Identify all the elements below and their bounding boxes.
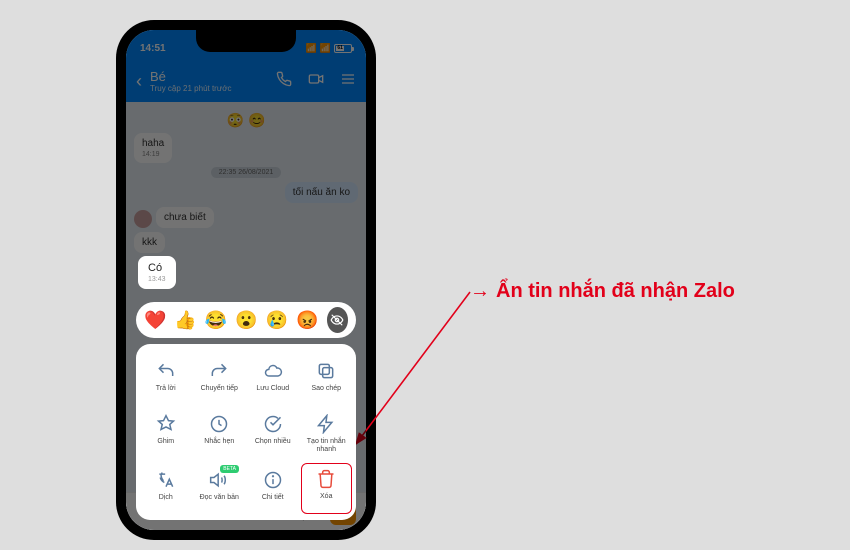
- action-details[interactable]: Chi tiết: [247, 463, 299, 514]
- reply-icon: [155, 360, 177, 382]
- action-pin[interactable]: Ghim: [140, 407, 192, 461]
- message-bubble: Có 13:43: [138, 256, 176, 289]
- forward-icon: [208, 360, 230, 382]
- annotation-arrow: [352, 288, 512, 450]
- action-cloud[interactable]: Lưu Cloud: [247, 354, 299, 405]
- action-tts[interactable]: BETA Đọc văn bản: [194, 463, 246, 514]
- clock-icon: [208, 413, 230, 435]
- action-quickmsg[interactable]: Tạo tin nhắn nhanh: [301, 407, 353, 461]
- translate-icon: [155, 469, 177, 491]
- action-copy[interactable]: Sao chép: [301, 354, 353, 405]
- notch: [196, 30, 296, 52]
- reaction-thumb[interactable]: 👍: [174, 310, 196, 331]
- beta-badge: BETA: [220, 465, 239, 473]
- annotation-label: → Ẩn tin nhắn đã nhận Zalo: [470, 280, 735, 303]
- info-icon: [262, 469, 284, 491]
- phone-frame: 14:51 📶 📶 61 ‹ Bé Truy cập 21 phút trước: [116, 20, 376, 540]
- reaction-laugh[interactable]: 😂: [205, 310, 227, 331]
- multiselect-icon: [262, 413, 284, 435]
- message-action-sheet: Trả lời Chuyển tiếp Lưu Cloud Sao chép G…: [136, 344, 356, 520]
- reaction-dismiss-icon[interactable]: [327, 307, 348, 333]
- copy-icon: [315, 360, 337, 382]
- action-delete[interactable]: Xóa: [301, 463, 353, 514]
- selected-message: Có 13:43: [138, 256, 176, 289]
- action-translate[interactable]: Dịch: [140, 463, 192, 514]
- bolt-icon: [315, 413, 337, 435]
- action-multiselect[interactable]: Chọn nhiều: [247, 407, 299, 461]
- reaction-cry[interactable]: 😢: [266, 310, 288, 331]
- reaction-wow[interactable]: 😮: [235, 310, 257, 331]
- action-remind[interactable]: Nhắc hẹn: [194, 407, 246, 461]
- trash-icon: [315, 468, 337, 490]
- cloud-icon: [262, 360, 284, 382]
- reaction-picker: ❤️ 👍 😂 😮 😢 😡: [136, 302, 356, 338]
- phone-screen: 14:51 📶 📶 61 ‹ Bé Truy cập 21 phút trước: [126, 30, 366, 530]
- action-forward[interactable]: Chuyển tiếp: [194, 354, 246, 405]
- reaction-heart[interactable]: ❤️: [144, 310, 166, 331]
- reaction-angry[interactable]: 😡: [296, 310, 318, 331]
- pin-icon: [155, 413, 177, 435]
- action-reply[interactable]: Trả lời: [140, 354, 192, 405]
